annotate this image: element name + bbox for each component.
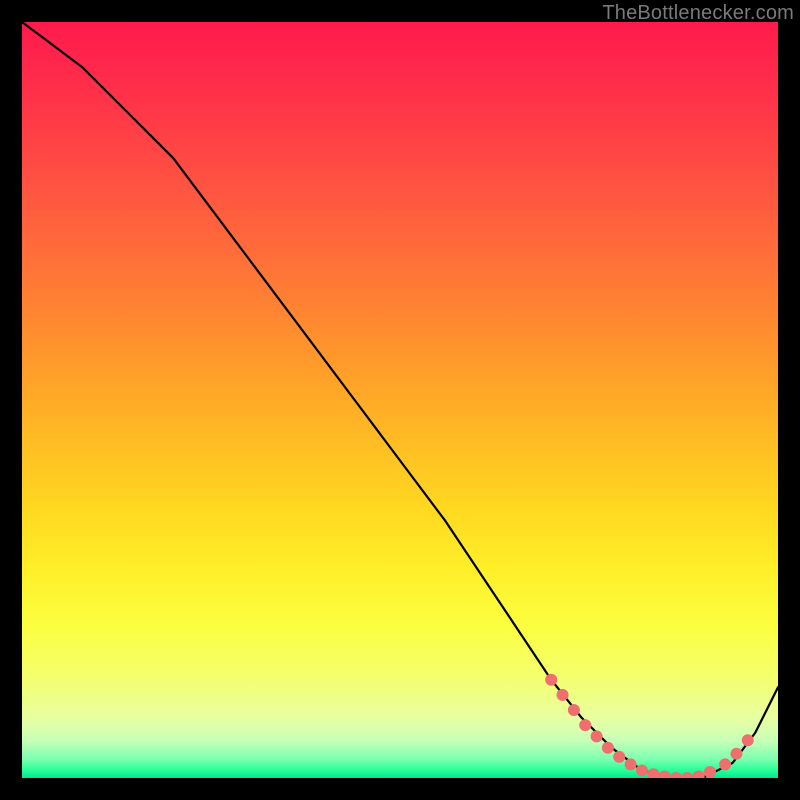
watermark-text: TheBottlenecker.com (602, 2, 794, 25)
gradient-plot-area (22, 22, 778, 778)
chart-frame: TheBottlenecker.com (0, 0, 800, 800)
